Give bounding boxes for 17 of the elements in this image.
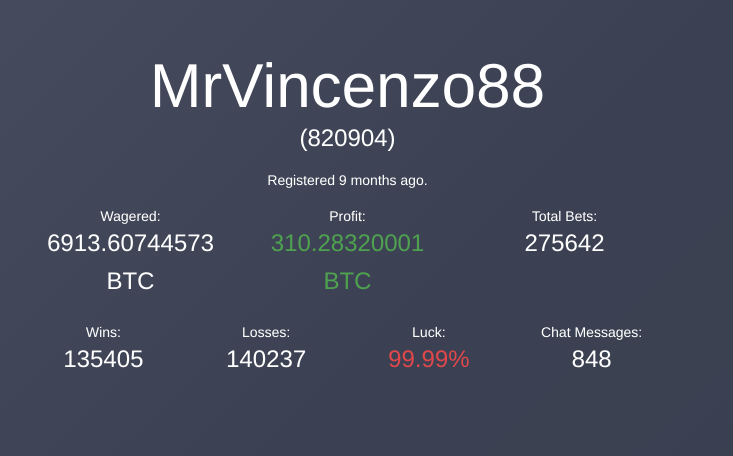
stat-label: Wagered:: [100, 207, 161, 225]
stat-label: Luck:: [412, 323, 446, 341]
stat-value: 275642: [524, 229, 605, 259]
stat-label: Total Bets:: [532, 207, 598, 225]
stat-value: 310.28320001 BTC: [270, 229, 426, 297]
stat-value: 140237: [226, 345, 306, 375]
stat-value: 99.99%: [388, 345, 470, 375]
stat-label: Chat Messages:: [541, 323, 642, 341]
stat-value: 6913.60744573 BTC: [46, 229, 215, 297]
stat-label: Wins:: [86, 323, 121, 341]
username: MrVincenzo88: [150, 52, 546, 122]
stat-label: Losses:: [242, 323, 290, 341]
user-id: (820904): [299, 124, 396, 154]
stat-value: 848: [572, 345, 612, 375]
stat-label: Profit:: [329, 207, 366, 225]
registration-text: Registered 9 months ago.: [267, 172, 428, 188]
stat-value: 135405: [63, 345, 144, 375]
